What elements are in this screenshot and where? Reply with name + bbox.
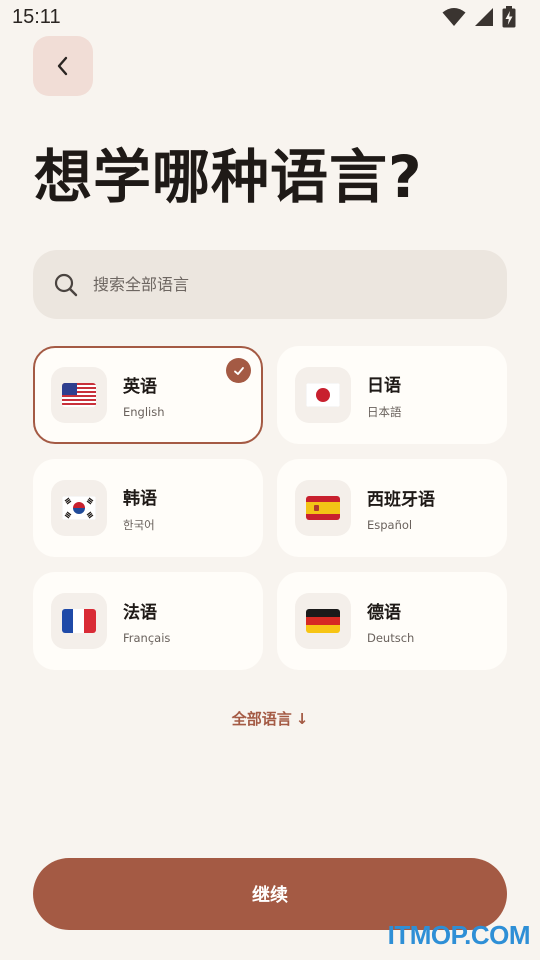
language-native-name: Deutsch <box>367 630 415 645</box>
language-card-spanish[interactable]: 西班牙语 Español <box>277 459 507 557</box>
search-icon <box>54 273 78 296</box>
language-card-japanese[interactable]: 日语 日本語 <box>277 346 507 444</box>
language-card-english[interactable]: 英语 English <box>33 346 263 444</box>
language-native-name: 한국어 <box>123 517 155 532</box>
watermark: ITMOP.COM <box>387 920 531 950</box>
flag-box <box>51 367 107 423</box>
flag-box <box>295 367 351 423</box>
language-name: 英语 <box>123 376 157 397</box>
jp-flag-icon <box>306 383 340 407</box>
page-title: 想学哪种语言? <box>34 143 423 211</box>
flag-box <box>51 480 107 536</box>
checkmark-icon <box>233 366 244 375</box>
language-name: 日语 <box>367 375 401 396</box>
language-name: 韩语 <box>123 488 157 509</box>
selected-check-badge <box>226 358 251 383</box>
flag-box <box>295 593 351 649</box>
search-box[interactable] <box>33 250 507 319</box>
us-flag-icon <box>62 383 96 407</box>
language-native-name: Français <box>123 630 171 645</box>
back-button[interactable] <box>33 36 93 96</box>
language-native-name: 日本語 <box>367 404 402 419</box>
arrow-down-icon: ↓ <box>295 710 309 728</box>
es-flag-icon <box>306 496 340 520</box>
de-flag-icon <box>306 609 340 633</box>
flag-box <box>295 480 351 536</box>
chevron-left-icon <box>57 56 68 76</box>
status-bar: 15:11 <box>0 0 540 34</box>
language-card-french[interactable]: 法语 Français <box>33 572 263 670</box>
wifi-icon <box>442 8 466 26</box>
language-name: 法语 <box>123 602 157 623</box>
fr-flag-icon <box>62 609 96 633</box>
language-native-name: Español <box>367 517 413 532</box>
status-icons <box>442 6 516 28</box>
language-card-korean[interactable]: 韩语 한국어 <box>33 459 263 557</box>
status-time: 15:11 <box>12 5 61 28</box>
language-name: 德语 <box>367 602 401 623</box>
language-native-name: English <box>123 404 165 419</box>
language-card-german[interactable]: 德语 Deutsch <box>277 572 507 670</box>
language-name: 西班牙语 <box>367 489 435 510</box>
all-languages-label: 全部语言 <box>231 710 292 728</box>
signal-icon <box>475 8 493 26</box>
battery-icon <box>502 6 516 28</box>
search-input[interactable] <box>93 275 473 294</box>
all-languages-link[interactable]: 全部语言 ↓ <box>0 708 540 729</box>
kr-flag-icon <box>62 496 96 520</box>
flag-box <box>51 593 107 649</box>
